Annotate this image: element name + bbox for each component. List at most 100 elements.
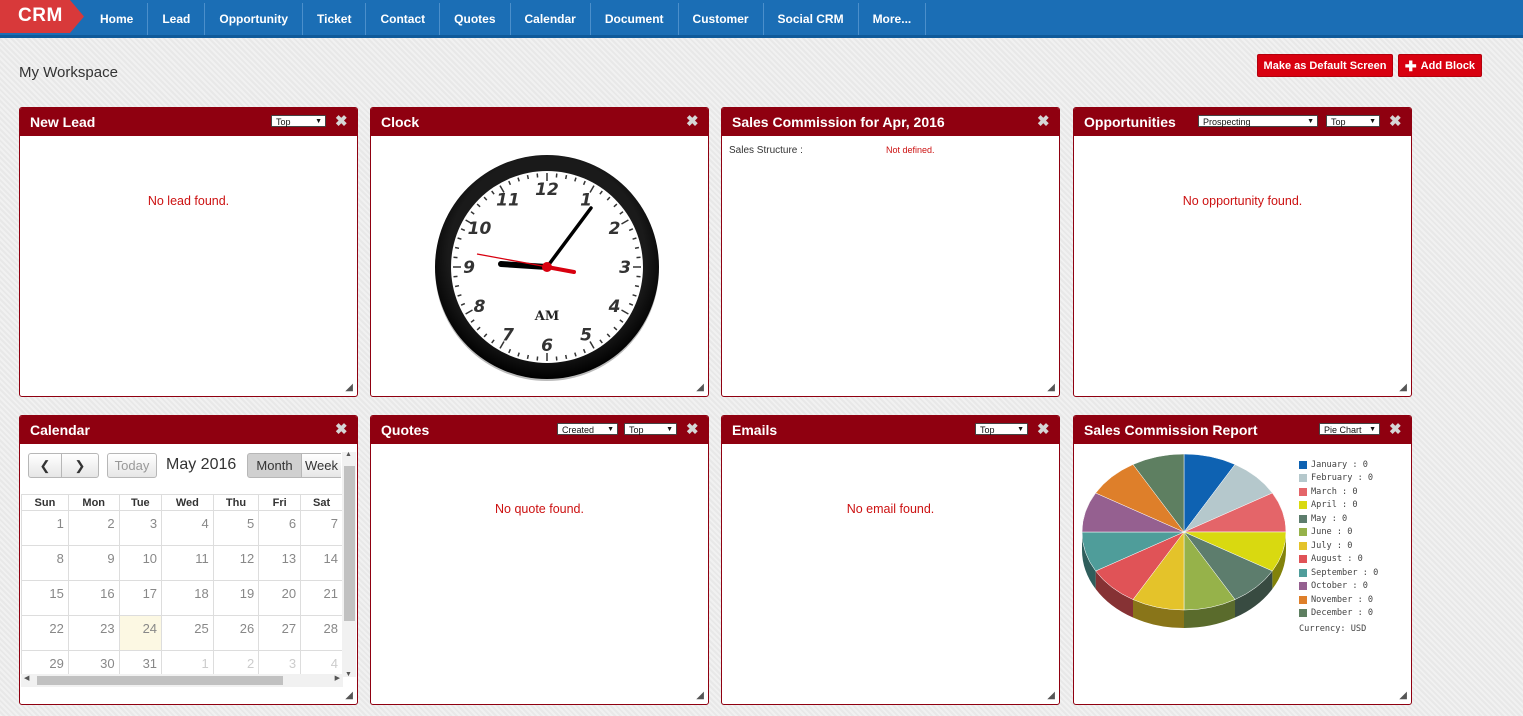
day-header: Wed [161,494,214,511]
resize-handle-icon[interactable]: ◢ [345,690,353,701]
calendar-grid: Sun Mon Tue Wed Thu Fri Sat 1 2 3 4 5 6 … [21,494,343,686]
resize-handle-icon[interactable]: ◢ [1047,382,1055,393]
chart-type-select[interactable]: Pie Chart ▼ [1319,423,1380,435]
day-cell[interactable]: 23 [67,615,120,651]
panel-header: Clock ✖ [371,108,708,136]
day-cell[interactable]: 15 [21,580,69,616]
resize-handle-icon[interactable]: ◢ [345,382,353,393]
add-block-label: Add Block [1420,59,1476,72]
clock-number: 2 [609,219,621,239]
day-cell[interactable]: 18 [161,580,214,616]
scrollbar-thumb[interactable] [37,676,283,685]
resize-handle-icon[interactable]: ◢ [696,690,704,701]
nav-contact[interactable]: Contact [366,3,441,35]
month-view-button[interactable]: Month [247,453,302,478]
clock-number: 7 [502,326,514,346]
created-select[interactable]: Created ▼ [557,423,618,435]
today-button[interactable]: Today [107,453,157,478]
scrollbar-thumb[interactable] [344,466,355,621]
day-cell[interactable]: 4 [161,510,214,546]
close-icon[interactable]: ✖ [1389,112,1403,130]
day-cell[interactable]: 12 [212,545,260,581]
top-select[interactable]: Top ▼ [624,423,677,435]
dropdown-arrow-icon: ▼ [1369,118,1376,125]
resize-handle-icon[interactable]: ◢ [1047,690,1055,701]
close-icon[interactable]: ✖ [1037,112,1051,130]
add-block-button[interactable]: ✚ Add Block [1398,54,1482,77]
day-header: Sat [300,494,343,511]
select-value: Top [629,425,644,435]
prev-month-button[interactable]: ❮ [28,453,62,478]
select-value: Created [562,425,595,435]
panel-title: Sales Commission for Apr, 2016 [732,114,945,130]
nav-quotes[interactable]: Quotes [440,3,511,35]
close-icon[interactable]: ✖ [1389,420,1403,438]
vertical-scrollbar[interactable]: ▲ ▼ [342,451,356,678]
top-select[interactable]: Top ▼ [1326,115,1380,127]
select-value: Pie Chart [1324,425,1362,435]
nav-home[interactable]: Home [86,3,149,35]
day-cell[interactable]: 11 [161,545,214,581]
scroll-left-icon[interactable]: ◀ [24,674,29,682]
day-cell[interactable]: 5 [212,510,260,546]
calendar-panel: Calendar ✖ ❮ ❯ Today May 2016 Month Week… [19,415,358,705]
horizontal-scrollbar[interactable]: ◀ ▶ [21,674,343,687]
nav-ticket[interactable]: Ticket [303,3,367,35]
week-view-button[interactable]: Week [301,453,341,478]
day-cell[interactable]: 27 [258,615,302,651]
resize-handle-icon[interactable]: ◢ [1399,382,1407,393]
day-cell[interactable]: 20 [258,580,302,616]
day-cell[interactable]: 26 [212,615,260,651]
day-cell[interactable]: 7 [300,510,343,546]
day-cell[interactable]: 1 [21,510,69,546]
legend-label: November : 0 [1311,594,1374,605]
crm-logo[interactable]: CRM [0,0,84,33]
legend-swatch [1299,487,1307,496]
close-icon[interactable]: ✖ [335,112,349,130]
day-cell[interactable]: 6 [258,510,302,546]
day-cell[interactable]: 21 [300,580,343,616]
day-cell[interactable]: 28 [300,615,343,651]
calendar-week-row: 1 2 3 4 5 6 7 [21,510,343,546]
day-cell[interactable]: 14 [300,545,343,581]
day-cell[interactable]: 19 [212,580,260,616]
nav-customer[interactable]: Customer [679,3,764,35]
scroll-down-icon[interactable]: ▼ [345,671,352,678]
day-cell[interactable]: 10 [118,545,163,581]
day-cell[interactable]: 13 [258,545,302,581]
day-header: Tue [118,494,163,511]
nav-lead[interactable]: Lead [148,3,206,35]
stage-select[interactable]: Prospecting ▼ [1198,115,1318,127]
close-icon[interactable]: ✖ [335,420,349,438]
legend-item-november: November : 0 [1299,593,1378,607]
top-select[interactable]: Top ▼ [975,423,1028,435]
day-cell[interactable]: 16 [67,580,120,616]
next-month-button[interactable]: ❯ [61,453,99,478]
day-cell[interactable]: 17 [118,580,163,616]
day-cell[interactable]: 9 [67,545,120,581]
make-default-screen-button[interactable]: Make as Default Screen [1257,54,1393,77]
nav-opportunity[interactable]: Opportunity [205,3,304,35]
day-cell[interactable]: 2 [67,510,120,546]
close-icon[interactable]: ✖ [686,420,700,438]
scroll-right-icon[interactable]: ▶ [335,674,340,682]
nav-document[interactable]: Document [591,3,679,35]
close-icon[interactable]: ✖ [686,112,700,130]
day-header: Fri [258,494,302,511]
day-cell[interactable]: 3 [118,510,163,546]
resize-handle-icon[interactable]: ◢ [1399,690,1407,701]
clock-tick [634,246,640,250]
day-cell[interactable]: 22 [21,615,69,651]
week-view-label: Week [305,458,338,473]
day-cell[interactable]: 25 [161,615,214,651]
nav-more[interactable]: More... [859,3,927,35]
top-select[interactable]: Top ▼ [271,115,326,127]
day-cell-today[interactable]: 24 [118,615,163,651]
resize-handle-icon[interactable]: ◢ [696,382,704,393]
close-icon[interactable]: ✖ [1037,420,1051,438]
nav-social-crm[interactable]: Social CRM [764,3,859,35]
nav-calendar[interactable]: Calendar [511,3,591,35]
scroll-up-icon[interactable]: ▲ [345,451,352,458]
legend-label: July : 0 [1311,540,1353,551]
day-cell[interactable]: 8 [21,545,69,581]
